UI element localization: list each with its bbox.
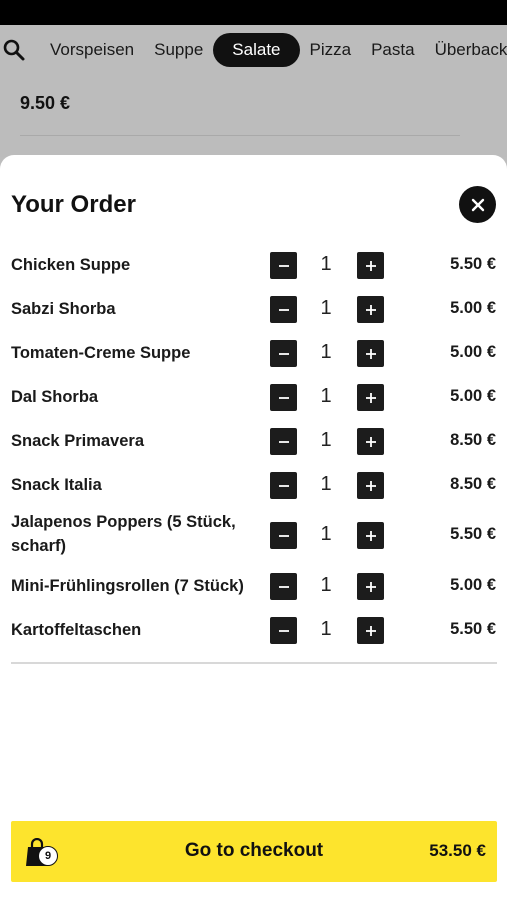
increase-qty-button[interactable]	[357, 573, 384, 600]
decrease-qty-button[interactable]	[270, 472, 297, 499]
increase-qty-button[interactable]	[357, 340, 384, 367]
decrease-qty-button[interactable]	[270, 340, 297, 367]
category-tab-suppe[interactable]: Suppe	[144, 33, 213, 67]
plus-icon	[365, 625, 376, 636]
item-name: Snack Primavera	[11, 432, 145, 450]
item-name: Kartoffeltaschen	[11, 621, 142, 639]
category-tab-salate[interactable]: Salate	[213, 33, 300, 67]
checkout-total: 53.50 €	[429, 841, 486, 860]
close-icon	[471, 198, 484, 211]
minus-icon	[278, 264, 289, 267]
divider	[11, 662, 497, 664]
item-price: 5.50 €	[450, 255, 496, 273]
item-quantity: 1	[320, 523, 332, 545]
menu-background: 9.50 €	[0, 75, 507, 157]
item-price: 8.50 €	[450, 475, 496, 493]
minus-icon	[278, 484, 289, 487]
item-quantity: 1	[320, 618, 332, 640]
decrease-qty-button[interactable]	[270, 573, 297, 600]
item-name: Tomaten-Creme Suppe	[11, 344, 191, 362]
item-quantity: 1	[320, 253, 332, 275]
increase-qty-button[interactable]	[357, 252, 384, 279]
item-name: Dal Shorba	[11, 388, 99, 406]
item-name: Jalapenos Poppers (5 Stück, scharf)	[11, 513, 236, 555]
plus-icon	[365, 530, 376, 541]
increase-qty-button[interactable]	[357, 472, 384, 499]
increase-qty-button[interactable]	[357, 384, 384, 411]
increase-qty-button[interactable]	[357, 428, 384, 455]
item-quantity: 1	[320, 574, 332, 596]
category-nav: Vorspeisen Suppe Salate Pizza Pasta Über…	[0, 25, 507, 75]
item-price: 5.00 €	[450, 576, 496, 594]
item-quantity: 1	[320, 341, 332, 363]
item-price: 8.50 €	[450, 431, 496, 449]
category-tab-pasta[interactable]: Pasta	[361, 33, 424, 67]
increase-qty-button[interactable]	[357, 522, 384, 549]
decrease-qty-button[interactable]	[270, 296, 297, 323]
status-bar	[0, 0, 507, 25]
menu-item-price: 9.50 €	[20, 93, 71, 113]
item-price: 5.00 €	[450, 299, 496, 317]
order-sheet: Your Order Chicken Suppe 1 5.50 € Sabzi …	[0, 155, 507, 900]
minus-icon	[278, 585, 289, 588]
item-quantity: 1	[320, 385, 332, 407]
item-quantity: 1	[320, 429, 332, 451]
minus-icon	[278, 440, 289, 443]
item-name: Chicken Suppe	[11, 256, 131, 274]
plus-icon	[365, 436, 376, 447]
item-name: Sabzi Shorba	[11, 300, 116, 318]
item-price: 5.00 €	[450, 387, 496, 405]
order-title: Your Order	[11, 191, 136, 218]
item-price: 5.50 €	[450, 620, 496, 638]
minus-icon	[278, 629, 289, 632]
category-tab-vorspeisen[interactable]: Vorspeisen	[40, 33, 144, 67]
item-price: 5.50 €	[450, 525, 496, 543]
increase-qty-button[interactable]	[357, 296, 384, 323]
item-name: Snack Italia	[11, 476, 102, 494]
decrease-qty-button[interactable]	[270, 252, 297, 279]
minus-icon	[278, 534, 289, 537]
item-name: Mini-Frühlingsrollen (7 Stück)	[11, 577, 244, 595]
category-tab-ueberback[interactable]: Überback	[425, 33, 507, 67]
plus-icon	[365, 480, 376, 491]
item-quantity: 1	[320, 297, 332, 319]
decrease-qty-button[interactable]	[270, 428, 297, 455]
decrease-qty-button[interactable]	[270, 384, 297, 411]
close-button[interactable]	[459, 186, 496, 223]
checkout-label: Go to checkout	[184, 840, 324, 861]
plus-icon	[365, 392, 376, 403]
minus-icon	[278, 396, 289, 399]
item-quantity: 1	[320, 473, 332, 495]
plus-icon	[365, 348, 376, 359]
decrease-qty-button[interactable]	[270, 617, 297, 644]
minus-icon	[278, 352, 289, 355]
plus-icon	[365, 304, 376, 315]
item-price: 5.00 €	[450, 343, 496, 361]
category-tab-pizza[interactable]: Pizza	[300, 33, 362, 67]
decrease-qty-button[interactable]	[270, 522, 297, 549]
increase-qty-button[interactable]	[357, 617, 384, 644]
search-icon[interactable]	[2, 38, 26, 62]
minus-icon	[278, 308, 289, 311]
divider	[20, 135, 460, 136]
checkout-button[interactable]: 9 Go to checkout 53.50 €	[11, 821, 497, 882]
plus-icon	[365, 581, 376, 592]
plus-icon	[365, 260, 376, 271]
